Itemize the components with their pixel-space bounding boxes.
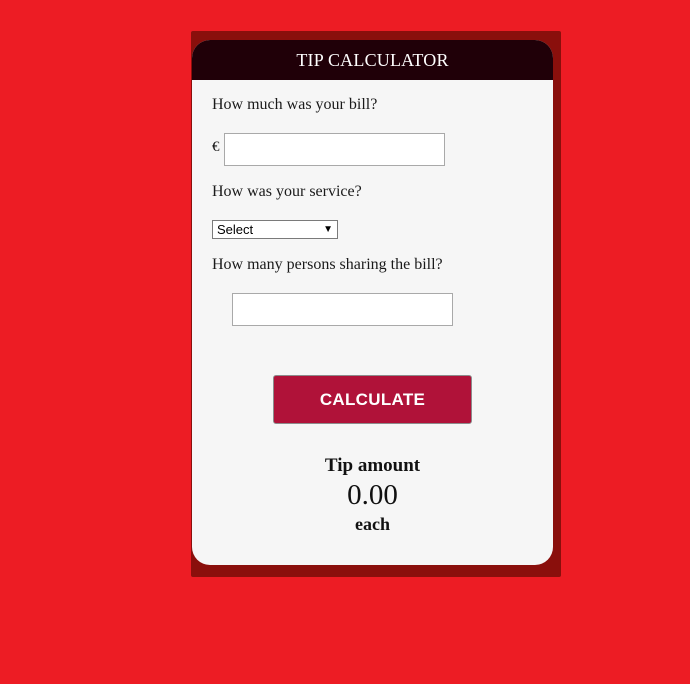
chevron-down-icon: ▼ — [323, 223, 333, 235]
app-title: TIP CALCULATOR — [296, 49, 449, 70]
tip-amount-each-label: each — [355, 514, 390, 534]
service-select-value: Select — [217, 222, 254, 237]
service-question-label: How was your service? — [212, 183, 362, 200]
persons-question-label: How many persons sharing the bill? — [212, 256, 443, 273]
bill-question-label: How much was your bill? — [212, 96, 378, 113]
service-select[interactable]: Select ▼ — [212, 220, 338, 239]
currency-symbol: € — [212, 139, 220, 155]
bill-amount-input[interactable] — [224, 133, 445, 166]
tip-calculator-card: TIP CALCULATOR How much was your bill? €… — [192, 40, 553, 565]
persons-count-input[interactable] — [232, 293, 453, 326]
calculate-button-label: CALCULATE — [319, 389, 426, 409]
card-header: TIP CALCULATOR — [192, 40, 553, 80]
tip-amount-heading: Tip amount — [324, 455, 421, 476]
calculate-button[interactable]: CALCULATE — [273, 375, 472, 424]
tip-amount-value: 0.00 — [347, 479, 398, 511]
